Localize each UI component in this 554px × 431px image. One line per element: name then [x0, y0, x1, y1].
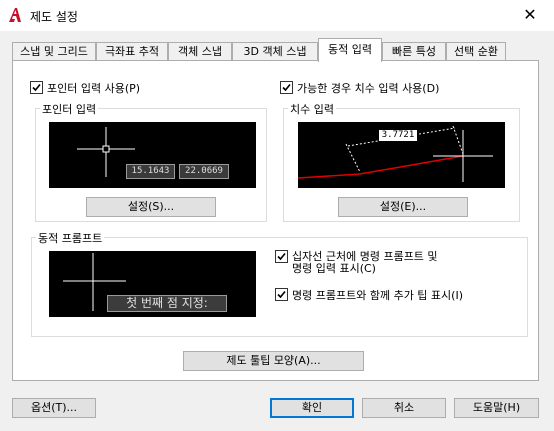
dynamic-prompt-preview: 첫 번째 점 지정: [49, 251, 256, 317]
tab-selection-cycling[interactable]: 선택 순환 [446, 42, 506, 61]
show-command-prompt-label-line2: 명령 입력 표시(C) [292, 262, 376, 275]
pointer-input-group: 포인터 입력 15.1643 22.0669 설정(S)... [35, 101, 267, 222]
window-title: 제도 설정 [30, 10, 78, 24]
options-button[interactable]: 옵션(T)... [12, 398, 96, 418]
dimension-value-box: 3.7721 [378, 129, 418, 142]
pointer-input-label: 포인터 입력 사용(P) [47, 82, 141, 95]
dimension-input-group-title: 치수 입력 [288, 101, 336, 117]
show-command-prompt-checkbox[interactable] [275, 250, 288, 263]
tab-quick-properties[interactable]: 빠른 특성 [382, 42, 446, 61]
dimension-settings-button[interactable]: 설정(E)... [338, 197, 468, 217]
pointer-input-group-title: 포인터 입력 [40, 101, 99, 117]
checkmark-icon [277, 252, 286, 261]
tab-object-snap[interactable]: 객체 스냅 [168, 42, 232, 61]
dynamic-prompt-group-title: 동적 프롬프트 [36, 230, 105, 246]
pointer-y-coordinate: 22.0669 [179, 164, 229, 179]
tab-panel: 포인터 입력 사용(P) 가능한 경우 치수 입력 사용(D) 포인터 입력 1… [12, 60, 539, 381]
checkmark-icon [282, 83, 291, 92]
command-prompt-box: 첫 번째 점 지정: [107, 295, 227, 312]
title-bar: 제도 설정 ✕ [0, 0, 554, 31]
cancel-button[interactable]: 취소 [362, 398, 446, 418]
pointer-settings-button[interactable]: 설정(S)... [86, 197, 216, 217]
tab-polar-tracking[interactable]: 극좌표 추적 [96, 42, 168, 61]
tab-snap-grid[interactable]: 스냅 및 그리드 [12, 42, 96, 61]
tooltip-appearance-button[interactable]: 제도 툴팁 모양(A)... [183, 351, 364, 371]
dynamic-prompt-group: 동적 프롬프트 첫 번째 점 지정: 십자선 근처에 명령 프롬프트 및 명령 … [31, 230, 528, 337]
tab-3d-object-snap[interactable]: 3D 객체 스냅 [232, 42, 318, 61]
pointer-input-preview: 15.1643 22.0669 [49, 122, 256, 188]
checkmark-icon [32, 83, 41, 92]
show-extra-tips-checkbox[interactable] [275, 288, 288, 301]
autocad-logo-icon [9, 8, 21, 22]
ok-button[interactable]: 확인 [270, 398, 354, 418]
dimension-input-label: 가능한 경우 치수 입력 사용(D) [297, 82, 440, 95]
dimension-input-preview: 3.7721 [298, 122, 505, 188]
help-button[interactable]: 도움말(H) [454, 398, 539, 418]
close-button[interactable]: ✕ [510, 2, 550, 28]
pointer-x-coordinate: 15.1643 [126, 164, 175, 179]
show-extra-tips-label: 명령 프롬프트와 함께 추가 팁 표시(I) [292, 289, 463, 302]
tab-dynamic-input[interactable]: 동적 입력 [318, 38, 382, 62]
pointer-input-checkbox[interactable] [30, 81, 43, 94]
dimension-input-checkbox[interactable] [280, 81, 293, 94]
dimension-input-group: 치수 입력 3.7721 설정(E)... [283, 101, 520, 222]
checkmark-icon [277, 290, 286, 299]
